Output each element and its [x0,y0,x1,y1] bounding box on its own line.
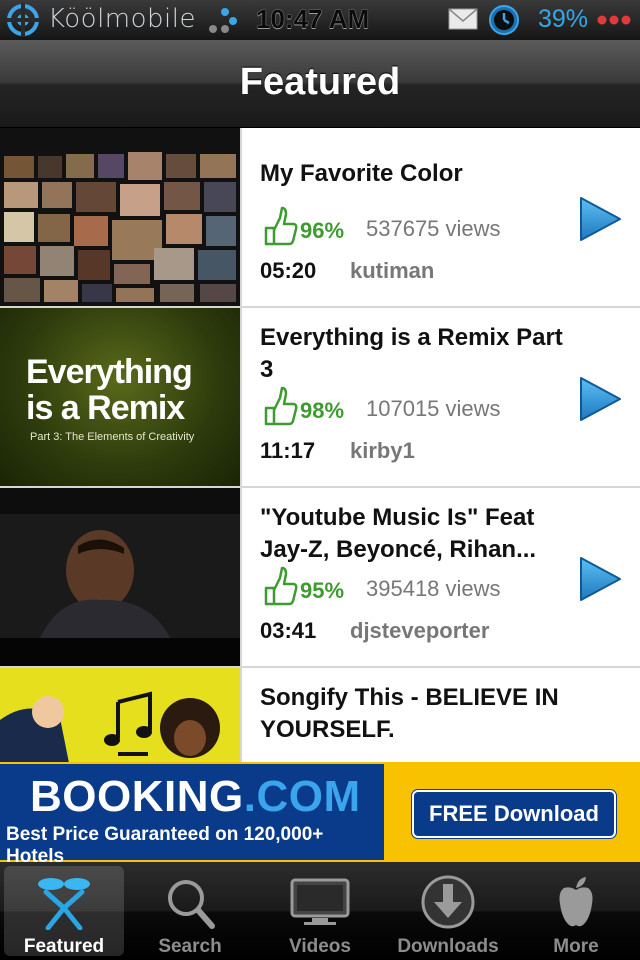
thumbnail-divider [240,668,242,762]
video-title: Songify This - BELIEVE IN YOURSELF. [260,684,559,743]
video-row[interactable]: Everything is a Remix Part 3: The Elemen… [0,308,640,488]
signal-icon [209,8,237,33]
thumbs-up-icon [264,566,298,606]
rating-percent: 95% [300,578,345,603]
video-title: Everything is a Remix Part 3 [260,324,563,383]
tab-featured[interactable]: Featured [4,866,124,957]
download-icon [421,875,475,929]
thumbnail-subtitle: Part 3: The Elements of Creativity [30,431,195,443]
video-thumbnail[interactable] [0,668,240,762]
video-author: kutiman [350,258,435,283]
search-icon [168,880,215,929]
video-row[interactable]: Songify This - BELIEVE IN YOURSELF. [0,668,640,762]
alarm-clock-icon [489,5,519,35]
ad-brand-panel[interactable]: BOOKING.COM Best Price Guaranteed on 120… [0,764,384,867]
collage-thumbnail-image [0,128,240,306]
apple-icon [559,877,593,927]
thumbnail-divider [240,308,242,486]
video-title: "Youtube Music Is" Feat Jay-Z, Beyoncé, … [260,504,537,563]
tab-label: Downloads [397,936,499,957]
video-duration: 11:17 [260,438,316,463]
battery-percent: 39% [538,5,589,33]
rating-percent: 96% [300,218,345,243]
status-time: 10:47 AM [256,4,370,34]
thumbs-up-icon [264,206,298,246]
video-row[interactable]: "Youtube Music Is" Feat Jay-Z, Beyoncé, … [0,488,640,668]
tab-label: Videos [289,936,351,957]
view-count: 537675 views [366,216,501,241]
tab-label: Search [158,936,222,957]
thumbnail-caption [12,620,232,630]
video-thumbnail[interactable]: Everything is a Remix Part 3: The Elemen… [0,308,240,486]
thumbnail-divider [240,488,242,666]
status-bar: Köölmobile 10:47 AM 39% [0,0,640,40]
video-author: kirby1 [350,438,415,463]
tab-search[interactable]: Search [130,866,250,957]
video-duration: 03:41 [260,618,317,643]
navigation-bar: Featured [0,40,640,128]
tab-downloads[interactable]: Downloads [388,866,508,957]
video-duration: 05:20 [260,258,317,283]
featured-icon [38,878,90,930]
play-icon[interactable] [578,376,622,422]
ad-brand-suffix: .COM [243,772,361,821]
ad-download-button[interactable]: FREE Download [412,790,616,838]
tab-label: More [553,936,599,957]
video-thumbnail[interactable] [0,488,240,666]
songify-thumbnail-image [0,668,240,762]
mail-icon [448,8,478,30]
ad-banner[interactable]: BOOKING.COM Best Price Guaranteed on 120… [0,762,640,867]
page-title: Featured [239,61,401,103]
monitor-icon [290,878,350,925]
tab-bar: Featured Search Videos Downloads More [0,862,640,960]
rating-percent: 98% [300,398,345,423]
ad-brand-logo: BOOKING.COM [30,772,361,822]
ad-brand-main: BOOKING [30,772,244,821]
carrier-name: Köölmobile [48,4,196,34]
thumbs-up-icon [264,386,298,426]
play-icon[interactable] [578,556,622,602]
thumbnail-divider [240,128,242,306]
tab-label: Featured [23,936,105,957]
battery-icon [597,15,631,25]
carrier-logo-icon [6,3,40,37]
person-thumbnail-image [0,488,240,666]
tab-more[interactable]: More [516,866,636,957]
tab-videos[interactable]: Videos [260,866,380,957]
video-title: My Favorite Color [260,160,463,187]
view-count: 107015 views [366,396,501,421]
video-author: djsteveporter [350,618,490,643]
video-list[interactable]: My Favorite Color 96% 537675 views 05:20… [0,128,640,762]
video-row[interactable]: My Favorite Color 96% 537675 views 05:20… [0,128,640,308]
thumbnail-title: Everything is a Remix [26,353,193,427]
play-icon[interactable] [578,196,622,242]
video-thumbnail[interactable] [0,128,240,306]
view-count: 395418 views [366,576,501,601]
